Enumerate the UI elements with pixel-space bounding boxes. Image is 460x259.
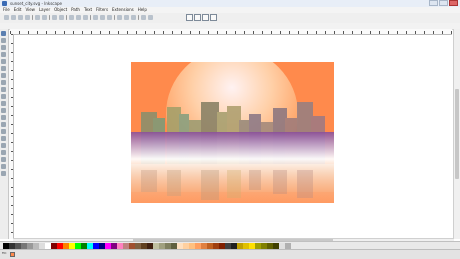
- spiral-tool-icon[interactable]: [1, 94, 6, 99]
- snap-toggle-icon[interactable]: [186, 14, 193, 21]
- paint-bucket-tool-icon[interactable]: [1, 143, 6, 148]
- fill-swatch[interactable]: [10, 252, 15, 257]
- 3d-box-tool-icon[interactable]: [1, 73, 6, 78]
- vertical-scroll-thumb[interactable]: [455, 89, 459, 179]
- open-icon[interactable]: [11, 15, 16, 20]
- star-tool-icon[interactable]: [1, 87, 6, 92]
- duplicate-icon[interactable]: [117, 15, 122, 20]
- new-document-icon[interactable]: [4, 15, 9, 20]
- toolbar-separator: [49, 15, 50, 20]
- undo-icon[interactable]: [52, 15, 57, 20]
- paste-icon[interactable]: [83, 15, 88, 20]
- save-icon[interactable]: [18, 15, 23, 20]
- snap-grid-icon[interactable]: [210, 14, 217, 21]
- toolbox: [0, 29, 9, 239]
- zoom-selection-icon[interactable]: [93, 15, 98, 20]
- cut-icon[interactable]: [76, 15, 81, 20]
- snap-guides-icon[interactable]: [202, 14, 209, 21]
- toolbar-separator: [138, 15, 139, 20]
- snap-nodes-icon[interactable]: [194, 14, 201, 21]
- sunset-city-artwork[interactable]: [131, 62, 334, 203]
- color-palette: [0, 241, 460, 249]
- snap-controls: [186, 14, 217, 21]
- eraser-tool-icon[interactable]: [1, 136, 6, 141]
- node-tool-icon[interactable]: [1, 38, 6, 43]
- calligraphy-tool-icon[interactable]: [1, 115, 6, 120]
- gradient-tool-icon[interactable]: [1, 150, 6, 155]
- selector-tool-icon[interactable]: [1, 31, 6, 36]
- inkscape-logo-icon: [2, 1, 7, 6]
- rectangle-tool-icon[interactable]: [1, 66, 6, 71]
- maximize-button[interactable]: [439, 0, 448, 6]
- mesh-tool-icon[interactable]: [1, 157, 6, 162]
- tweak-tool-icon[interactable]: [1, 45, 6, 50]
- zoom-tool-icon[interactable]: [1, 52, 6, 57]
- dropper-tool-icon[interactable]: [1, 164, 6, 169]
- group-icon[interactable]: [141, 15, 146, 20]
- command-icons: [4, 15, 153, 20]
- connector-tool-icon[interactable]: [1, 171, 6, 176]
- close-button[interactable]: [449, 0, 458, 6]
- text-tool-icon[interactable]: [1, 122, 6, 127]
- fill-stroke-indicator[interactable]: Fill:: [2, 251, 26, 258]
- toolbar-separator: [66, 15, 67, 20]
- pen-tool-icon[interactable]: [1, 108, 6, 113]
- window-title: sunset_city.svg - Inkscape: [10, 1, 62, 6]
- ellipse-tool-icon[interactable]: [1, 80, 6, 85]
- vertical-scrollbar[interactable]: [453, 29, 460, 239]
- spray-tool-icon[interactable]: [1, 129, 6, 134]
- fill-label: Fill:: [2, 251, 8, 255]
- toolbar-separator: [32, 15, 33, 20]
- clone-icon[interactable]: [124, 15, 129, 20]
- copy-icon[interactable]: [69, 15, 74, 20]
- import-icon[interactable]: [35, 15, 40, 20]
- redo-icon[interactable]: [59, 15, 64, 20]
- zoom-page-icon[interactable]: [107, 15, 112, 20]
- zoom-drawing-icon[interactable]: [100, 15, 105, 20]
- toolbar-separator: [90, 15, 91, 20]
- window-controls: [429, 0, 458, 7]
- pencil-tool-icon[interactable]: [1, 101, 6, 106]
- ungroup-icon[interactable]: [148, 15, 153, 20]
- toolbar-separator: [114, 15, 115, 20]
- print-icon[interactable]: [25, 15, 30, 20]
- measure-tool-icon[interactable]: [1, 59, 6, 64]
- unlink-clone-icon[interactable]: [131, 15, 136, 20]
- minimize-button[interactable]: [429, 0, 438, 6]
- export-icon[interactable]: [42, 15, 47, 20]
